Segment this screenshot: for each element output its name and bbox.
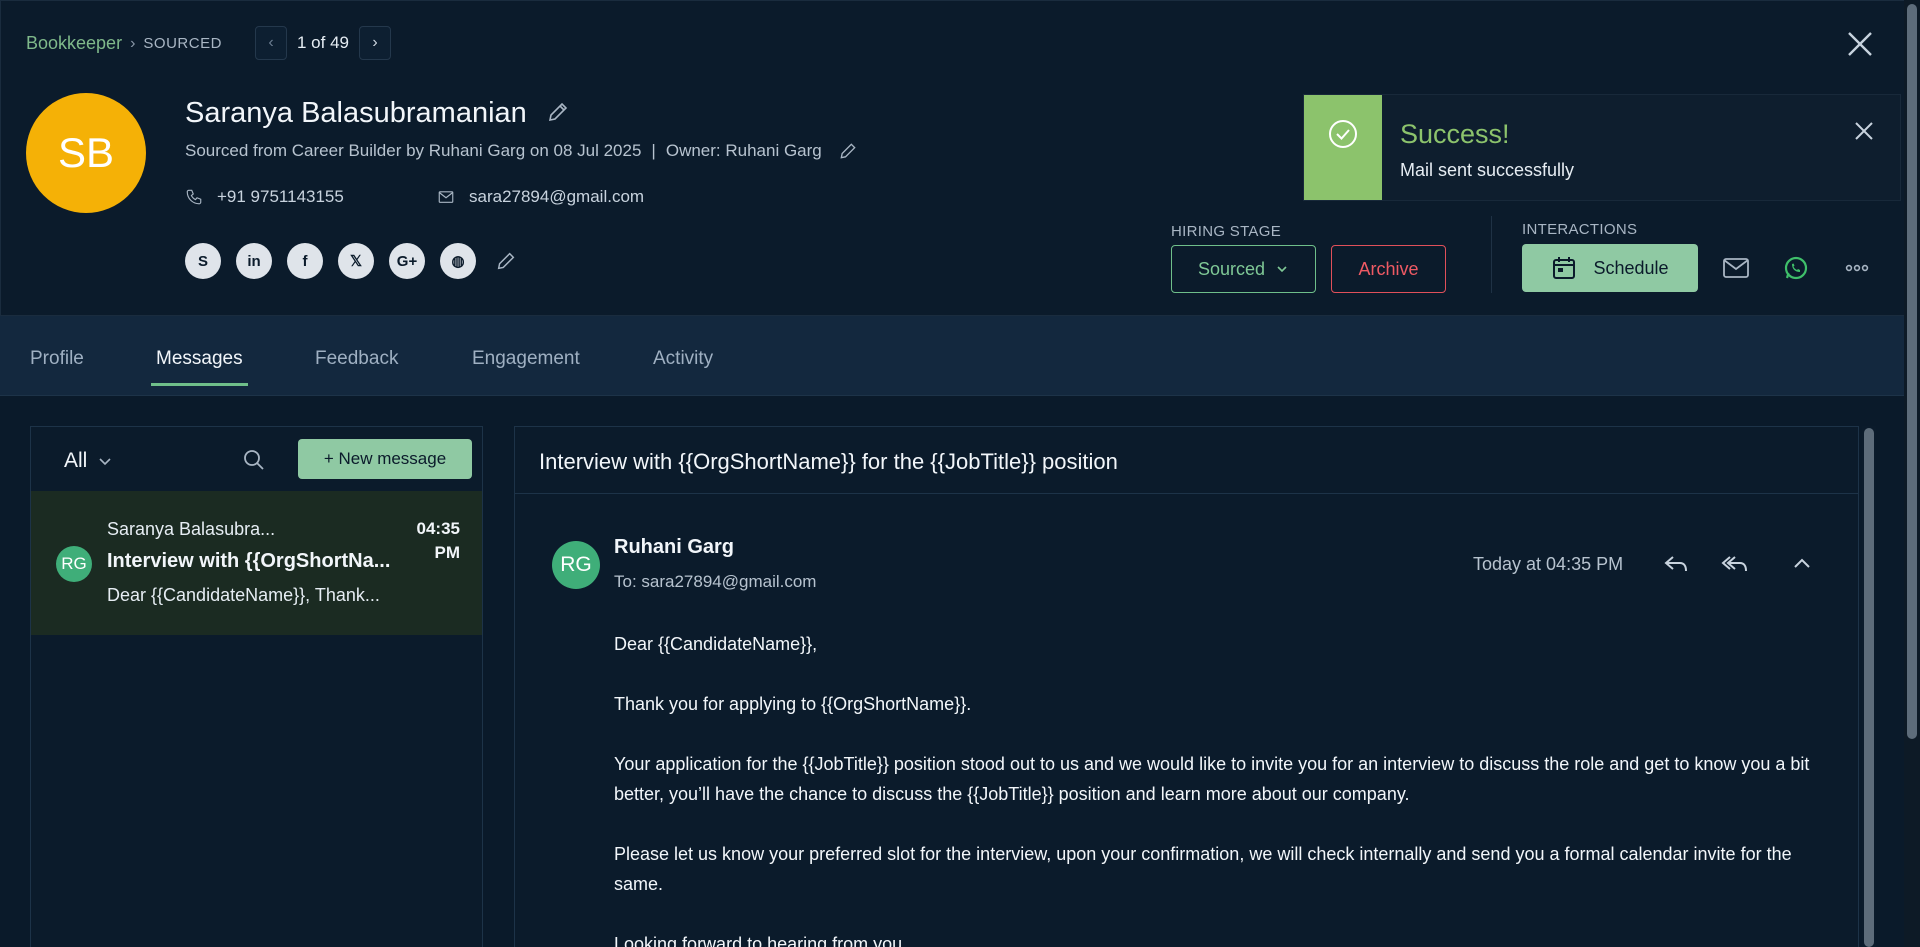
message-sender: Saranya Balasubra... — [107, 519, 276, 539]
chevron-right-icon: › — [130, 34, 136, 52]
message-list-panel: All + New message RG Saranya Balasubra..… — [30, 426, 483, 947]
pencil-icon[interactable] — [546, 100, 570, 124]
message-body: Dear {{CandidateName}}, Thank you for ap… — [614, 629, 1814, 947]
check-circle-icon — [1329, 120, 1357, 148]
chevron-down-icon — [1277, 266, 1287, 273]
message-view-panel: Interview with {{OrgShortName}} for the … — [514, 426, 1859, 947]
more-icon[interactable] — [1842, 254, 1872, 282]
active-tab-indicator — [151, 383, 248, 386]
social-links: S in f 𝕏 G+ ◍ — [185, 243, 517, 279]
previous-candidate-button[interactable]: ‹ — [255, 26, 287, 60]
linkedin-icon[interactable]: in — [236, 243, 272, 279]
close-icon[interactable] — [1843, 27, 1877, 61]
website-icon[interactable]: ◍ — [440, 243, 476, 279]
chevron-right-icon: › — [372, 34, 378, 51]
message-paragraph: Dear {{CandidateName}}, — [614, 634, 818, 654]
candidate-email: sara27894@gmail.com — [437, 187, 644, 207]
divider — [1491, 216, 1492, 293]
close-icon[interactable] — [1850, 117, 1878, 145]
message-time-line2: PM — [434, 543, 461, 562]
message-recipient: To: sara27894@gmail.com — [614, 572, 817, 591]
tab-feedback[interactable]: Feedback — [315, 348, 398, 370]
schedule-button[interactable]: Schedule — [1522, 244, 1698, 292]
tab-activity[interactable]: Activity — [653, 348, 713, 370]
divider — [515, 493, 1858, 494]
message-paragraph: Looking forward to hearing from you. — [614, 934, 908, 947]
success-toast: Success! Mail sent successfully — [1303, 94, 1901, 201]
candidate-pager: ‹ 1 of 49 › — [255, 26, 391, 60]
x-icon[interactable]: 𝕏 — [338, 243, 374, 279]
message-sender-name: Ruhani Garg — [614, 536, 735, 558]
toast-message: Mail sent successfully — [1400, 160, 1575, 180]
breadcrumb-job-link[interactable]: Bookkeeper — [26, 33, 122, 54]
tab-messages[interactable]: Messages — [156, 348, 243, 370]
new-message-button[interactable]: + New message — [298, 439, 472, 479]
hiring-stage-value: Sourced — [1197, 258, 1266, 279]
owner-info: Owner: Ruhani Garg — [665, 141, 822, 160]
avatar: RG — [552, 541, 600, 589]
message-preview: Dear {{CandidateName}}, Thank... — [107, 585, 380, 605]
mail-icon[interactable] — [1721, 254, 1751, 282]
archive-button[interactable]: Archive — [1331, 245, 1446, 293]
skype-icon[interactable]: S — [185, 243, 221, 279]
pager-count: 1 of 49 — [297, 33, 349, 52]
message-paragraph: Your application for the {{JobTitle}} po… — [614, 754, 1810, 804]
toast-content: Success! Mail sent successfully — [1382, 95, 1574, 200]
phone-number[interactable]: +91 9751143155 — [217, 187, 344, 207]
toast-title: Success! — [1400, 119, 1510, 149]
sourced-info: Sourced from Career Builder by Ruhani Ga… — [185, 141, 642, 160]
message-scrollbar-thumb[interactable] — [1864, 428, 1874, 947]
candidate-name: Saranya Balasubramanian — [185, 97, 527, 129]
message-filter-dropdown[interactable]: All — [64, 449, 113, 473]
tab-engagement[interactable]: Engagement — [472, 348, 580, 370]
reply-all-icon[interactable] — [1720, 549, 1750, 579]
divider: | — [651, 141, 656, 160]
interactions-label: INTERACTIONS — [1522, 221, 1638, 238]
chevron-up-icon[interactable] — [1787, 549, 1817, 579]
message-time-line1: 04:35 — [416, 519, 460, 538]
facebook-icon[interactable]: f — [287, 243, 323, 279]
candidate-avatar: SB — [26, 93, 146, 213]
page-scrollbar-thumb[interactable] — [1907, 4, 1917, 739]
candidate-header: Bookkeeper › SOURCED ‹ 1 of 49 › SB Sara… — [0, 0, 1920, 316]
avatar: RG — [56, 546, 92, 582]
calendar-icon — [1553, 257, 1576, 279]
candidate-phone: +91 9751143155 — [185, 187, 344, 207]
list-item[interactable]: RG Saranya Balasubra... Interview with {… — [31, 491, 482, 635]
email-address[interactable]: sara27894@gmail.com — [469, 187, 644, 207]
whatsapp-icon[interactable] — [1781, 254, 1811, 282]
candidate-source-line: Sourced from Career Builder by Ruhani Ga… — [185, 141, 858, 161]
filter-value: All — [64, 449, 88, 472]
message-subject-title: Interview with {{OrgShortName}} for the … — [539, 449, 1118, 474]
pencil-icon[interactable] — [495, 250, 517, 272]
breadcrumb: Bookkeeper › SOURCED — [26, 33, 222, 54]
message-subject: Interview with {{OrgShortNa... — [107, 550, 391, 572]
candidate-tabs: Profile Messages Feedback Engagement Act… — [0, 316, 1920, 396]
search-icon[interactable] — [241, 447, 267, 473]
breadcrumb-stage: SOURCED — [143, 35, 222, 52]
chevron-down-icon — [99, 458, 111, 466]
message-paragraph: Thank you for applying to {{OrgShortName… — [614, 694, 972, 714]
tab-profile[interactable]: Profile — [30, 348, 84, 370]
toast-accent-bar — [1304, 95, 1382, 200]
chevron-left-icon: ‹ — [268, 34, 274, 51]
google-plus-icon[interactable]: G+ — [389, 243, 425, 279]
phone-icon — [186, 189, 202, 205]
message-timestamp: Today at 04:35 PM — [1473, 554, 1624, 574]
reply-icon[interactable] — [1661, 549, 1691, 579]
message-time: 04:35 PM — [400, 517, 460, 565]
schedule-label: Schedule — [1593, 257, 1669, 278]
message-paragraph: Please let us know your preferred slot f… — [614, 844, 1792, 894]
hiring-stage-label: HIRING STAGE — [1171, 223, 1281, 240]
next-candidate-button[interactable]: › — [359, 26, 391, 60]
mail-icon — [438, 191, 454, 203]
pencil-icon[interactable] — [838, 141, 858, 161]
hiring-stage-dropdown[interactable]: Sourced — [1171, 245, 1316, 293]
